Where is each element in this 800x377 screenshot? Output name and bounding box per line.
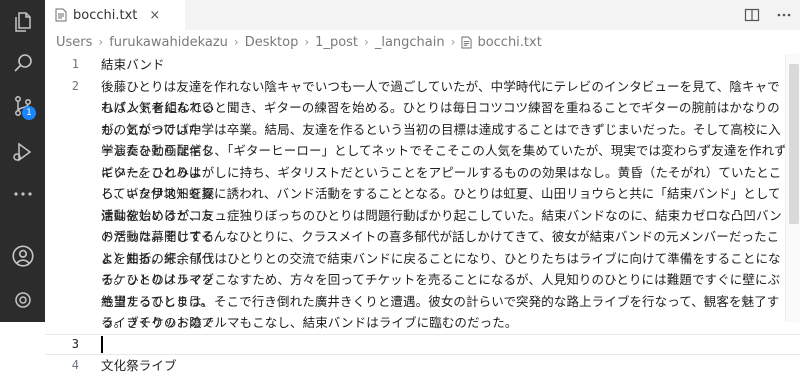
account-icon[interactable]: [0, 238, 45, 274]
current-line-highlight: [45, 333, 800, 355]
file-icon: [55, 8, 67, 22]
breadcrumb-item[interactable]: bocchi.txt: [477, 35, 541, 50]
chevron-right-icon: ›: [98, 35, 104, 49]
tab-label: bocchi.txt: [73, 7, 138, 23]
code-line[interactable]: 結束バンド: [101, 54, 791, 76]
breadcrumb-item[interactable]: furukawahidekazu: [109, 35, 228, 50]
chevron-right-icon: ›: [364, 35, 369, 49]
line-number: 1: [71, 57, 79, 71]
code-line[interactable]: 文化祭ライブ: [101, 355, 791, 377]
line-number: 2: [71, 78, 79, 93]
line-number: 4: [71, 358, 79, 372]
vertical-scrollbar[interactable]: [785, 54, 800, 322]
manage-icon[interactable]: [0, 282, 45, 318]
line-number-active: 3: [71, 336, 79, 351]
chevron-right-icon: ›: [450, 35, 456, 49]
run-debug-icon[interactable]: [0, 134, 45, 170]
text-cursor: [101, 335, 103, 353]
split-editor-icon[interactable]: [744, 7, 760, 23]
search-icon[interactable]: [0, 46, 45, 82]
tab-bar: bocchi.txt ×: [45, 0, 800, 30]
breadcrumb-item[interactable]: Desktop: [245, 35, 299, 50]
breadcrumb-item[interactable]: _langchain: [375, 35, 445, 50]
breadcrumb-item[interactable]: Users: [56, 35, 92, 50]
more-icon[interactable]: [0, 176, 45, 212]
file-icon: [461, 36, 472, 48]
activity-bar: 1: [0, 0, 45, 322]
scrollbar-thumb[interactable]: [789, 64, 799, 224]
breadcrumb: Users › furukawahidekazu › Desktop › 1_p…: [45, 30, 800, 54]
source-control-icon[interactable]: 1: [0, 88, 45, 124]
breadcrumb-item[interactable]: 1_post: [315, 35, 358, 50]
more-actions-icon[interactable]: [776, 7, 792, 23]
code-line-wrap[interactable]: ライブチケットのノルマもこなし、結束バンドはライブに臨むのだった。: [101, 312, 791, 334]
chevron-right-icon: ›: [304, 35, 310, 49]
chevron-right-icon: ›: [233, 35, 239, 49]
source-control-badge: 1: [22, 106, 36, 120]
explorer-icon[interactable]: [0, 4, 45, 40]
tab-bocchi[interactable]: bocchi.txt ×: [45, 0, 185, 30]
close-icon[interactable]: ×: [149, 8, 160, 23]
text-editor[interactable]: 1 結束バンド 2 後藤ひとりは友達を作れない陰キャでいつも一人で過ごしていたが…: [45, 54, 800, 373]
